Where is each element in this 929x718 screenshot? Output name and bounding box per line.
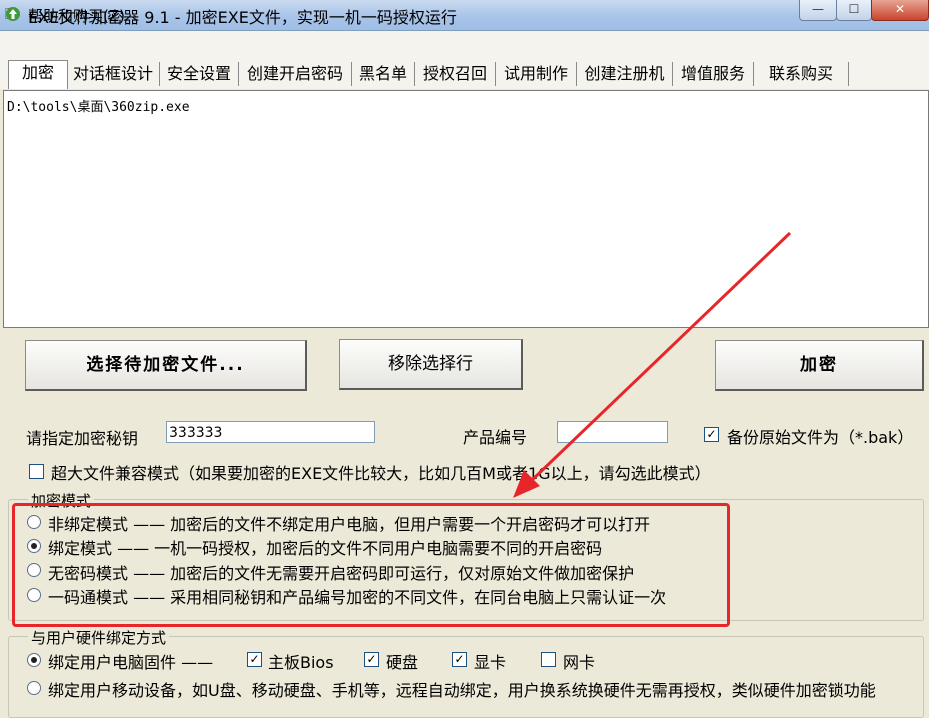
nic-checkbox[interactable]: [541, 652, 556, 667]
nic-label: 网卡: [563, 653, 596, 672]
tab-create-password[interactable]: 创建开启密码: [239, 62, 352, 86]
tab-value-added[interactable]: 增值服务: [673, 62, 754, 86]
large-file-label: 超大文件兼容模式（如果要加密的EXE文件比较大，比如几百M或者1G以上，请勾选此…: [51, 464, 711, 483]
disk-checkbox[interactable]: ✓: [364, 652, 379, 667]
recycle-icon: [6, 7, 20, 21]
tab-trial[interactable]: 试用制作: [496, 62, 577, 86]
large-file-checkbox[interactable]: [29, 464, 44, 479]
gpu-checkbox[interactable]: ✓: [452, 652, 467, 667]
gpu-label: 显卡: [474, 653, 507, 672]
tab-security[interactable]: 安全设置: [160, 62, 239, 86]
key-input[interactable]: 333333: [166, 421, 375, 443]
firmware-label: 绑定用户电脑固件 ——: [48, 653, 214, 672]
tab-contact-buy[interactable]: 联系购买: [754, 62, 849, 86]
menu-bar: [0, 31, 929, 59]
product-input[interactable]: [557, 421, 668, 443]
firmware-radio[interactable]: [27, 653, 41, 667]
encrypt-button[interactable]: 加密: [715, 340, 924, 391]
bios-label: 主板Bios: [268, 653, 334, 672]
select-file-button[interactable]: 选择待加密文件...: [25, 340, 307, 391]
close-button[interactable]: ✕: [871, 0, 929, 21]
remove-row-button[interactable]: 移除选择行: [339, 339, 523, 390]
product-label: 产品编号: [463, 428, 528, 447]
minimize-button[interactable]: —: [799, 0, 837, 21]
backup-checkbox[interactable]: ✓: [704, 427, 719, 442]
annotation-highlight-box: [12, 503, 730, 627]
tab-license-recall[interactable]: 授权召回: [415, 62, 496, 86]
tab-dialog-design[interactable]: 对话框设计: [67, 62, 160, 86]
tab-encrypt[interactable]: 加密: [8, 60, 68, 89]
tab-keygen[interactable]: 创建注册机: [577, 62, 673, 86]
mobile-label: 绑定用户移动设备，如U盘、移动硬盘、手机等，远程自动绑定，用户换系统换硬件无需再…: [48, 681, 876, 700]
maximize-button[interactable]: ☐: [836, 0, 872, 21]
backup-label: 备份原始文件为（*.bak）: [727, 428, 914, 447]
disk-label: 硬盘: [386, 653, 419, 672]
key-label: 请指定加密秘钥: [26, 429, 139, 448]
bios-checkbox[interactable]: ✓: [247, 652, 262, 667]
mobile-radio[interactable]: [27, 681, 41, 695]
file-list[interactable]: [3, 90, 929, 328]
list-item[interactable]: D:\tools\桌面\360zip.exe: [7, 96, 190, 115]
hw-binding-title: 与用户硬件绑定方式: [28, 627, 170, 648]
tab-blacklist[interactable]: 黑名单: [352, 62, 415, 86]
menu-help-buy[interactable]: 帮助和购买(Z): [28, 5, 125, 26]
